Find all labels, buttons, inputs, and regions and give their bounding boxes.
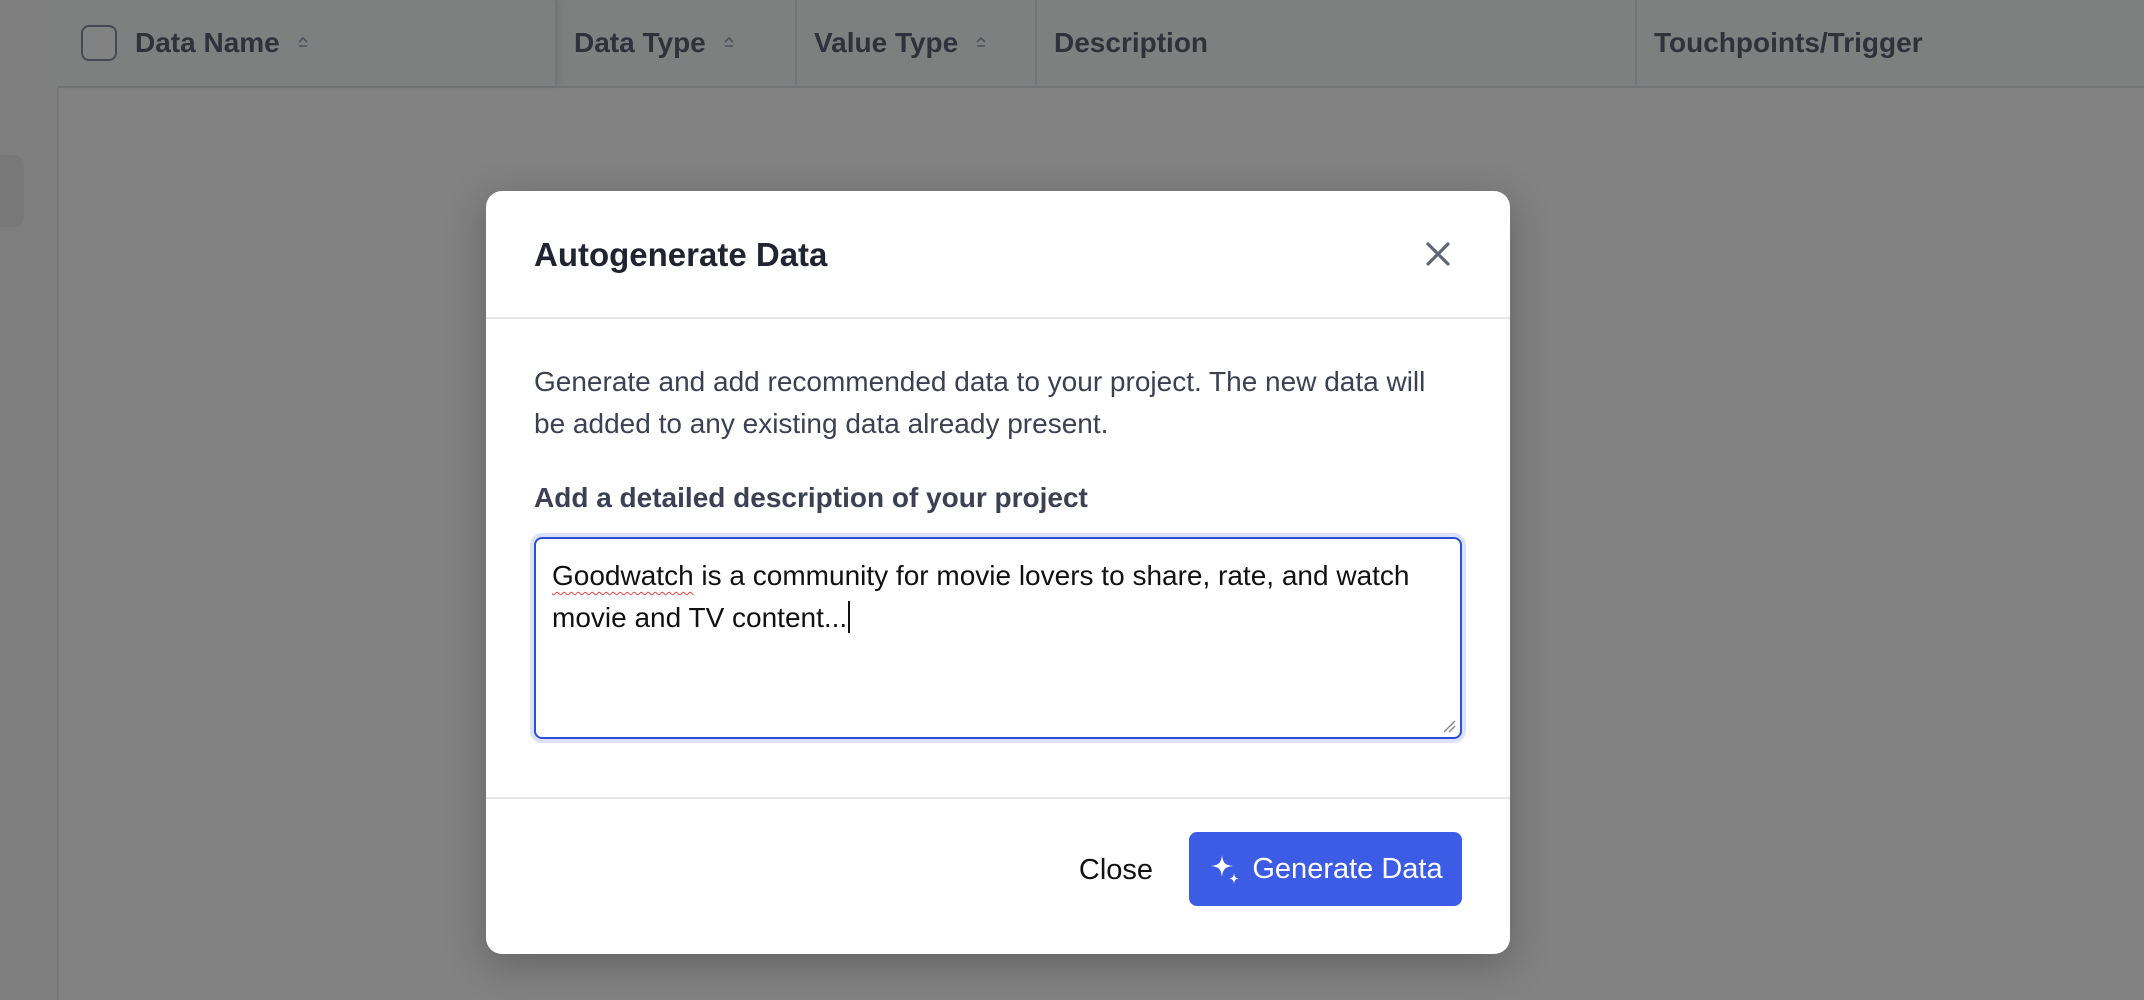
- resize-handle-icon[interactable]: [1440, 717, 1456, 733]
- generate-data-button[interactable]: Generate Data: [1189, 832, 1462, 906]
- close-icon[interactable]: [1418, 234, 1458, 274]
- description-field-label: Add a detailed description of your proje…: [534, 482, 1088, 513]
- autogenerate-data-dialog: Autogenerate Data Generate and add recom…: [486, 191, 1510, 954]
- dialog-header: Autogenerate Data: [486, 191, 1510, 319]
- textarea-value[interactable]: Goodwatch is a community for movie lover…: [552, 555, 1442, 639]
- sparkle-icon: [1211, 855, 1240, 884]
- dialog-description: Generate and add recommended data to you…: [534, 366, 1426, 439]
- text-caret: [848, 601, 851, 633]
- generate-button-label: Generate Data: [1252, 852, 1443, 885]
- close-button[interactable]: Close: [1064, 832, 1168, 906]
- dialog-footer: Close Generate Data: [486, 797, 1510, 954]
- misspelled-word: Goodwatch: [552, 560, 694, 591]
- dialog-title: Autogenerate Data: [534, 236, 828, 273]
- project-description-textarea[interactable]: Goodwatch is a community for movie lover…: [534, 537, 1462, 739]
